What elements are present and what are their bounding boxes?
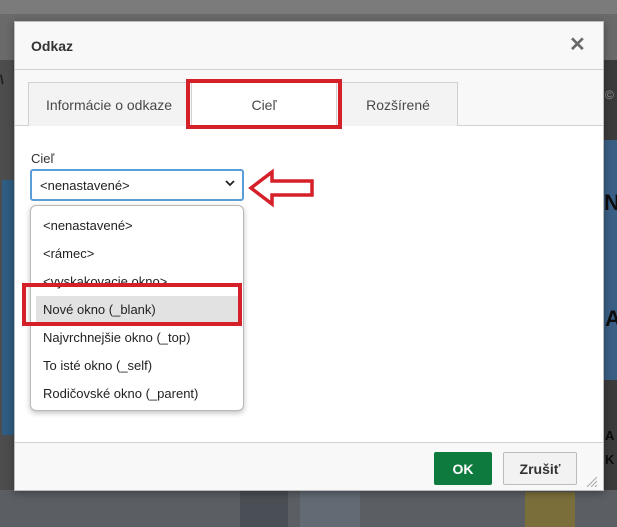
close-icon[interactable]: ✕ <box>569 34 586 56</box>
background-bottom-images <box>0 490 617 527</box>
tab-strip: Informácie o odkaze Cieľ Rozšírené <box>15 70 603 127</box>
dropdown-option[interactable]: To isté okno (_self) <box>31 352 243 380</box>
resize-grip-icon[interactable] <box>587 477 597 487</box>
background-left-strip: \ <box>0 60 14 527</box>
dialog-titlebar: Odkaz ✕ <box>15 22 603 70</box>
background-right-strip: © N A A K <box>604 60 617 527</box>
dropdown-option[interactable]: <nenastavené> <box>31 212 243 240</box>
ok-button[interactable]: OK <box>434 452 492 485</box>
background-text: © <box>605 88 614 102</box>
background-text: A <box>605 428 615 443</box>
tab-link-info[interactable]: Informácie o odkaze <box>28 82 190 126</box>
target-dropdown-list: <nenastavené> <rámec> <vyskakovacie okno… <box>30 205 244 411</box>
background-image <box>240 490 288 527</box>
dropdown-option[interactable]: Rodičovské okno (_parent) <box>31 380 243 408</box>
target-select-value: <nenastavené> <box>40 178 130 193</box>
target-field-label: Cieľ <box>31 151 55 166</box>
background-image <box>300 490 360 527</box>
background-image <box>525 492 575 527</box>
annotation-arrow-icon <box>248 168 314 208</box>
background-banner <box>604 140 617 380</box>
cancel-button[interactable]: Zrušiť <box>503 452 577 485</box>
dropdown-option[interactable]: <rámec> <box>31 240 243 268</box>
link-dialog: Odkaz ✕ Informácie o odkaze Cieľ Rozšíre… <box>14 21 604 491</box>
background-text: N <box>604 190 617 215</box>
background-text: A <box>605 306 617 331</box>
chevron-down-icon <box>224 177 236 192</box>
tab-advanced[interactable]: Rozšírené <box>338 82 458 126</box>
background-top-bar <box>0 0 617 14</box>
dropdown-option[interactable]: <vyskakovacie okno> <box>31 268 243 296</box>
target-select[interactable]: <nenastavené> <box>30 169 244 201</box>
background-text: K <box>605 452 615 467</box>
tab-target[interactable]: Cieľ <box>191 82 337 127</box>
dialog-title: Odkaz <box>31 38 74 54</box>
dropdown-option-highlighted[interactable]: Nové okno (_blank) <box>36 296 238 324</box>
background-banner <box>2 180 14 435</box>
dialog-footer: OK Zrušiť <box>15 442 603 490</box>
background-glyph: \ <box>0 72 4 87</box>
dropdown-option[interactable]: Najvrchnejšie okno (_top) <box>31 324 243 352</box>
